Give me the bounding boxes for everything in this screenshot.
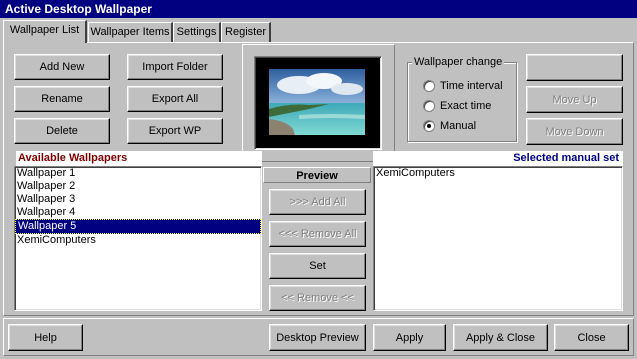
set-button[interactable]: Set <box>269 253 366 279</box>
help-button[interactable]: Help <box>8 324 83 351</box>
blank-button[interactable] <box>526 54 623 81</box>
available-wallpapers-list[interactable]: Wallpaper 1 Wallpaper 2 Wallpaper 3 Wall… <box>14 166 262 311</box>
apply-and-close-button[interactable]: Apply & Close <box>453 324 548 351</box>
radio-manual[interactable]: Manual <box>423 119 513 133</box>
add-all-button[interactable]: >>> Add All <box>269 189 366 215</box>
radio-label: Time interval <box>440 80 503 92</box>
preview-header: Preview <box>263 167 371 183</box>
wallpaper-change-title: Wallpaper change <box>412 55 505 69</box>
window-title: Active Desktop Wallpaper <box>0 0 637 18</box>
available-wallpapers-header: Available Wallpapers <box>16 151 262 166</box>
list-item[interactable]: Wallpaper 3 <box>15 193 261 206</box>
list-item-selected[interactable]: Wallpaper 5 <box>15 219 261 234</box>
move-down-button[interactable]: Move Down <box>526 118 623 145</box>
radio-button[interactable] <box>423 100 435 112</box>
apply-button[interactable]: Apply <box>373 324 446 351</box>
radio-label: Manual <box>440 120 477 132</box>
selected-manual-set-list[interactable]: XemiComputers <box>373 166 623 311</box>
close-button[interactable]: Close <box>554 324 629 351</box>
export-all-button[interactable]: Export All <box>127 86 223 112</box>
delete-button[interactable]: Delete <box>14 118 110 144</box>
list-item[interactable]: Wallpaper 4 <box>15 206 261 219</box>
remove-all-button[interactable]: <<< Remove All <box>269 221 366 247</box>
tab-register[interactable]: Register <box>221 22 271 42</box>
preview-frame <box>242 44 395 162</box>
radio-button[interactable] <box>423 80 435 92</box>
list-item[interactable]: XemiComputers <box>15 234 261 247</box>
desktop-preview-button[interactable]: Desktop Preview <box>269 324 366 351</box>
tab-settings[interactable]: Settings <box>173 22 221 42</box>
list-item[interactable]: Wallpaper 1 <box>15 167 261 180</box>
tab-wallpaper-items[interactable]: Wallpaper Items <box>88 22 173 42</box>
radio-button-checked[interactable] <box>423 120 435 132</box>
add-new-button[interactable]: Add New <box>14 54 110 80</box>
export-wp-button[interactable]: Export WP <box>127 118 223 144</box>
rename-button[interactable]: Rename <box>14 86 110 112</box>
selected-manual-set-header: Selected manual set <box>373 151 623 166</box>
tab-wallpaper-list[interactable]: Wallpaper List <box>3 20 87 43</box>
list-item[interactable]: XemiComputers <box>374 167 622 180</box>
import-folder-button[interactable]: Import Folder <box>127 54 223 80</box>
wallpaper-thumbnail <box>269 69 365 135</box>
list-item[interactable]: Wallpaper 2 <box>15 180 261 193</box>
radio-time-interval[interactable]: Time interval <box>423 79 513 93</box>
remove-button[interactable]: << Remove << <box>269 285 366 311</box>
radio-exact-time[interactable]: Exact time <box>423 99 513 113</box>
preview-monitor <box>254 56 382 150</box>
move-up-button[interactable]: Move Up <box>526 86 623 113</box>
radio-label: Exact time <box>440 100 492 112</box>
